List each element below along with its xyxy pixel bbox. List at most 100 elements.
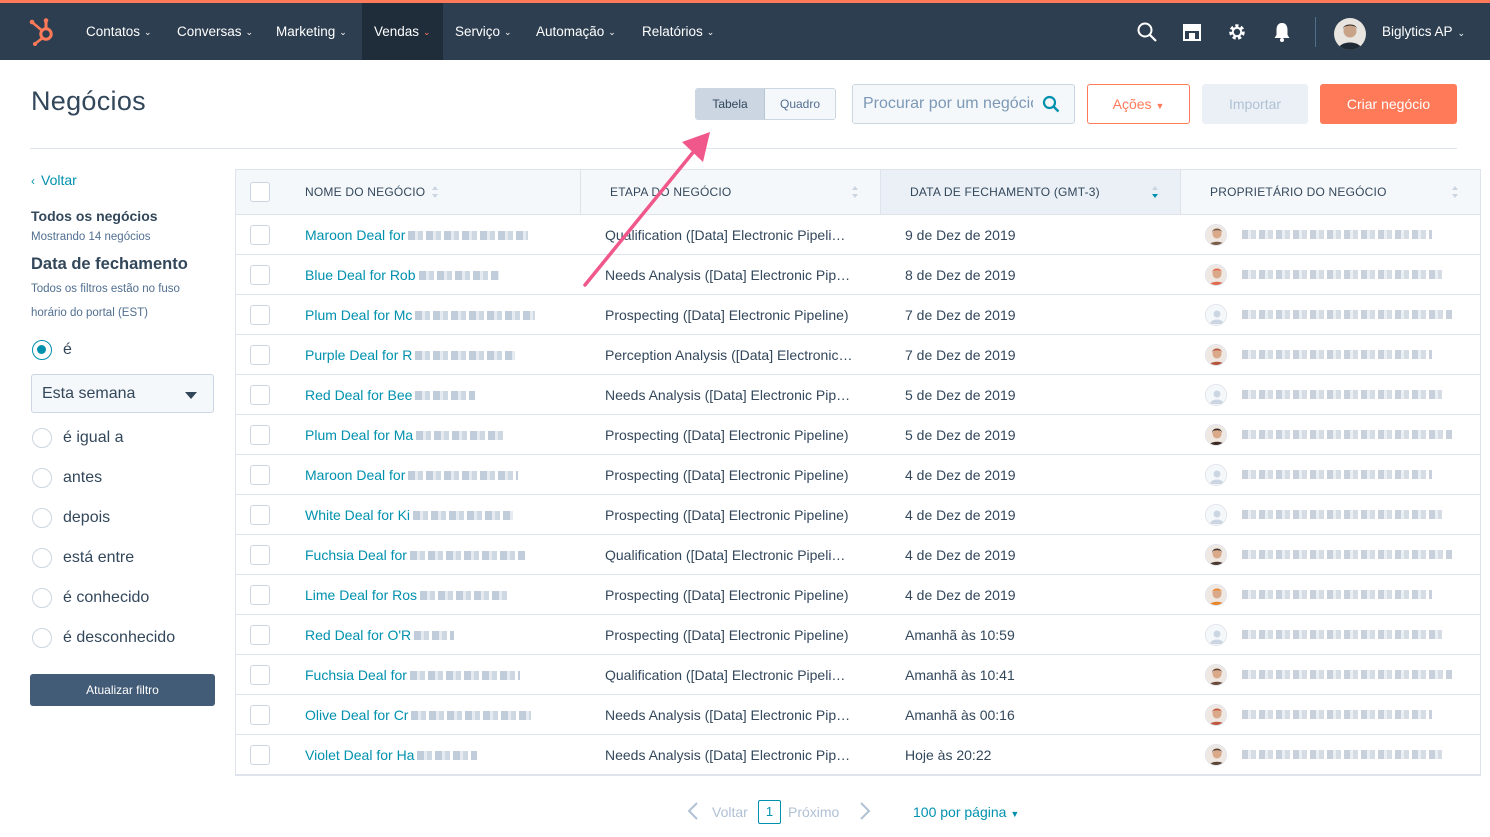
deal-owner[interactable] [1205, 455, 1465, 495]
deal-name-link[interactable]: Blue Deal for Rob [305, 255, 575, 295]
per-page-select[interactable]: 100 por página ▼ [913, 800, 1019, 824]
view-table-button[interactable]: Tabela [696, 89, 765, 119]
deal-name-link[interactable]: Purple Deal for R [305, 335, 575, 375]
deal-name-link[interactable]: Plum Deal for Ma [305, 415, 575, 455]
update-filter-button[interactable]: Atualizar filtro [30, 674, 215, 706]
view-board-button[interactable]: Quadro [765, 89, 835, 119]
deal-owner[interactable] [1205, 375, 1465, 415]
deal-owner[interactable] [1205, 695, 1465, 735]
table-row[interactable]: White Deal for Ki Prospecting ([Data] El… [236, 495, 1480, 535]
deal-owner[interactable] [1205, 535, 1465, 575]
marketplace-icon[interactable] [1181, 21, 1203, 43]
radio-equals[interactable] [32, 428, 52, 448]
deal-name-link[interactable]: Violet Deal for Ha [305, 735, 575, 775]
column-deal-name[interactable]: NOME DO NEGÓCIO [281, 170, 581, 214]
table-row[interactable]: Fuchsia Deal for Qualification ([Data] E… [236, 655, 1480, 695]
table-row[interactable]: Red Deal for Bee Needs Analysis ([Data] … [236, 375, 1480, 415]
bell-icon[interactable] [1271, 21, 1293, 43]
radio-before[interactable] [32, 468, 52, 488]
radio-after[interactable] [32, 508, 52, 528]
deal-search-input[interactable] [863, 93, 1033, 115]
deal-name-link[interactable]: White Deal for Ki [305, 495, 575, 535]
deal-name-link[interactable]: Red Deal for O'R [305, 615, 575, 655]
deal-owner[interactable] [1205, 655, 1465, 695]
import-button[interactable]: Importar [1202, 84, 1308, 124]
table-row[interactable]: Blue Deal for Rob Needs Analysis ([Data]… [236, 255, 1480, 295]
table-row[interactable]: Lime Deal for Ros Prospecting ([Data] El… [236, 575, 1480, 615]
nav-conversas[interactable]: Conversas ⌄ [165, 3, 265, 60]
row-checkbox[interactable] [250, 345, 270, 365]
deal-name-link[interactable]: Olive Deal for Cr [305, 695, 575, 735]
row-checkbox[interactable] [250, 585, 270, 605]
deal-owner[interactable] [1205, 575, 1465, 615]
deal-owner[interactable] [1205, 335, 1465, 375]
row-checkbox[interactable] [250, 745, 270, 765]
table-row[interactable]: Red Deal for O'R Prospecting ([Data] Ele… [236, 615, 1480, 655]
deal-owner[interactable] [1205, 415, 1465, 455]
nav-relatorios[interactable]: Relatórios ⌄ [630, 3, 726, 60]
select-all-checkbox[interactable] [250, 182, 270, 202]
nav-vendas[interactable]: Vendas ⌄ [362, 3, 443, 60]
table-row[interactable]: Violet Deal for Ha Needs Analysis ([Data… [236, 735, 1480, 775]
redacted-owner-name [1242, 550, 1452, 559]
pagination-prev[interactable]: Voltar [712, 800, 748, 824]
row-checkbox[interactable] [250, 505, 270, 525]
nav-contatos[interactable]: Contatos ⌄ [74, 3, 164, 60]
account-menu[interactable]: Biglytics AP ⌄ [1382, 3, 1465, 60]
deal-name-link[interactable]: Plum Deal for Mc [305, 295, 575, 335]
column-close-date[interactable]: DATA DE FECHAMENTO (GMT-3) [881, 170, 1181, 214]
deal-name-link[interactable]: Lime Deal for Ros [305, 575, 575, 615]
gear-icon[interactable] [1226, 21, 1248, 43]
table-row[interactable]: Olive Deal for Cr Needs Analysis ([Data]… [236, 695, 1480, 735]
table-row[interactable]: Fuchsia Deal for Qualification ([Data] E… [236, 535, 1480, 575]
account-avatar[interactable] [1334, 18, 1366, 50]
row-checkbox[interactable] [250, 265, 270, 285]
actions-button[interactable]: Ações ▼ [1087, 84, 1190, 124]
back-link[interactable]: ‹ Voltar [31, 172, 77, 188]
row-checkbox[interactable] [250, 225, 270, 245]
deal-owner[interactable] [1205, 295, 1465, 335]
table-row[interactable]: Plum Deal for Ma Prospecting ([Data] Ele… [236, 415, 1480, 455]
radio-is[interactable] [32, 340, 52, 360]
deal-owner[interactable] [1205, 255, 1465, 295]
deal-name-link[interactable]: Maroon Deal for [305, 455, 575, 495]
search-icon[interactable] [1042, 95, 1060, 113]
deal-owner[interactable] [1205, 615, 1465, 655]
deal-name-link[interactable]: Red Deal for Bee [305, 375, 575, 415]
table-row[interactable]: Maroon Deal for Qualification ([Data] El… [236, 215, 1480, 255]
nav-automacao[interactable]: Automação ⌄ [524, 3, 628, 60]
pagination-current-page[interactable]: 1 [758, 800, 781, 824]
deal-owner[interactable] [1205, 735, 1465, 775]
radio-between[interactable] [32, 548, 52, 568]
hubspot-logo-icon[interactable] [26, 15, 58, 47]
chevron-right-icon[interactable] [858, 801, 872, 821]
row-checkbox[interactable] [250, 305, 270, 325]
row-checkbox[interactable] [250, 465, 270, 485]
table-row[interactable]: Plum Deal for Mc Prospecting ([Data] Ele… [236, 295, 1480, 335]
deal-owner[interactable] [1205, 215, 1465, 255]
deal-name-link[interactable]: Maroon Deal for [305, 215, 575, 255]
nav-servico[interactable]: Serviço ⌄ [443, 3, 524, 60]
create-deal-button[interactable]: Criar negócio [1320, 84, 1457, 124]
row-checkbox[interactable] [250, 385, 270, 405]
search-icon[interactable] [1136, 21, 1158, 43]
table-row[interactable]: Maroon Deal for Prospecting ([Data] Elec… [236, 455, 1480, 495]
deal-name-link[interactable]: Fuchsia Deal for [305, 535, 575, 575]
column-deal-owner[interactable]: PROPRIETÁRIO DO NEGÓCIO [1181, 170, 1480, 214]
table-row[interactable]: Purple Deal for R Perception Analysis ([… [236, 335, 1480, 375]
row-checkbox[interactable] [250, 665, 270, 685]
pagination-next[interactable]: Próximo [788, 800, 839, 824]
row-checkbox[interactable] [250, 545, 270, 565]
nav-label: Relatórios [642, 24, 703, 39]
nav-label: Vendas [374, 24, 420, 39]
row-checkbox[interactable] [250, 625, 270, 645]
row-checkbox[interactable] [250, 425, 270, 445]
deal-owner[interactable] [1205, 495, 1465, 535]
row-checkbox[interactable] [250, 705, 270, 725]
date-range-select[interactable]: Esta semana [31, 374, 214, 413]
radio-known[interactable] [32, 588, 52, 608]
radio-unknown[interactable] [32, 628, 52, 648]
deal-name-link[interactable]: Fuchsia Deal for [305, 655, 575, 695]
nav-marketing[interactable]: Marketing ⌄ [264, 3, 359, 60]
chevron-left-icon[interactable] [686, 801, 700, 821]
